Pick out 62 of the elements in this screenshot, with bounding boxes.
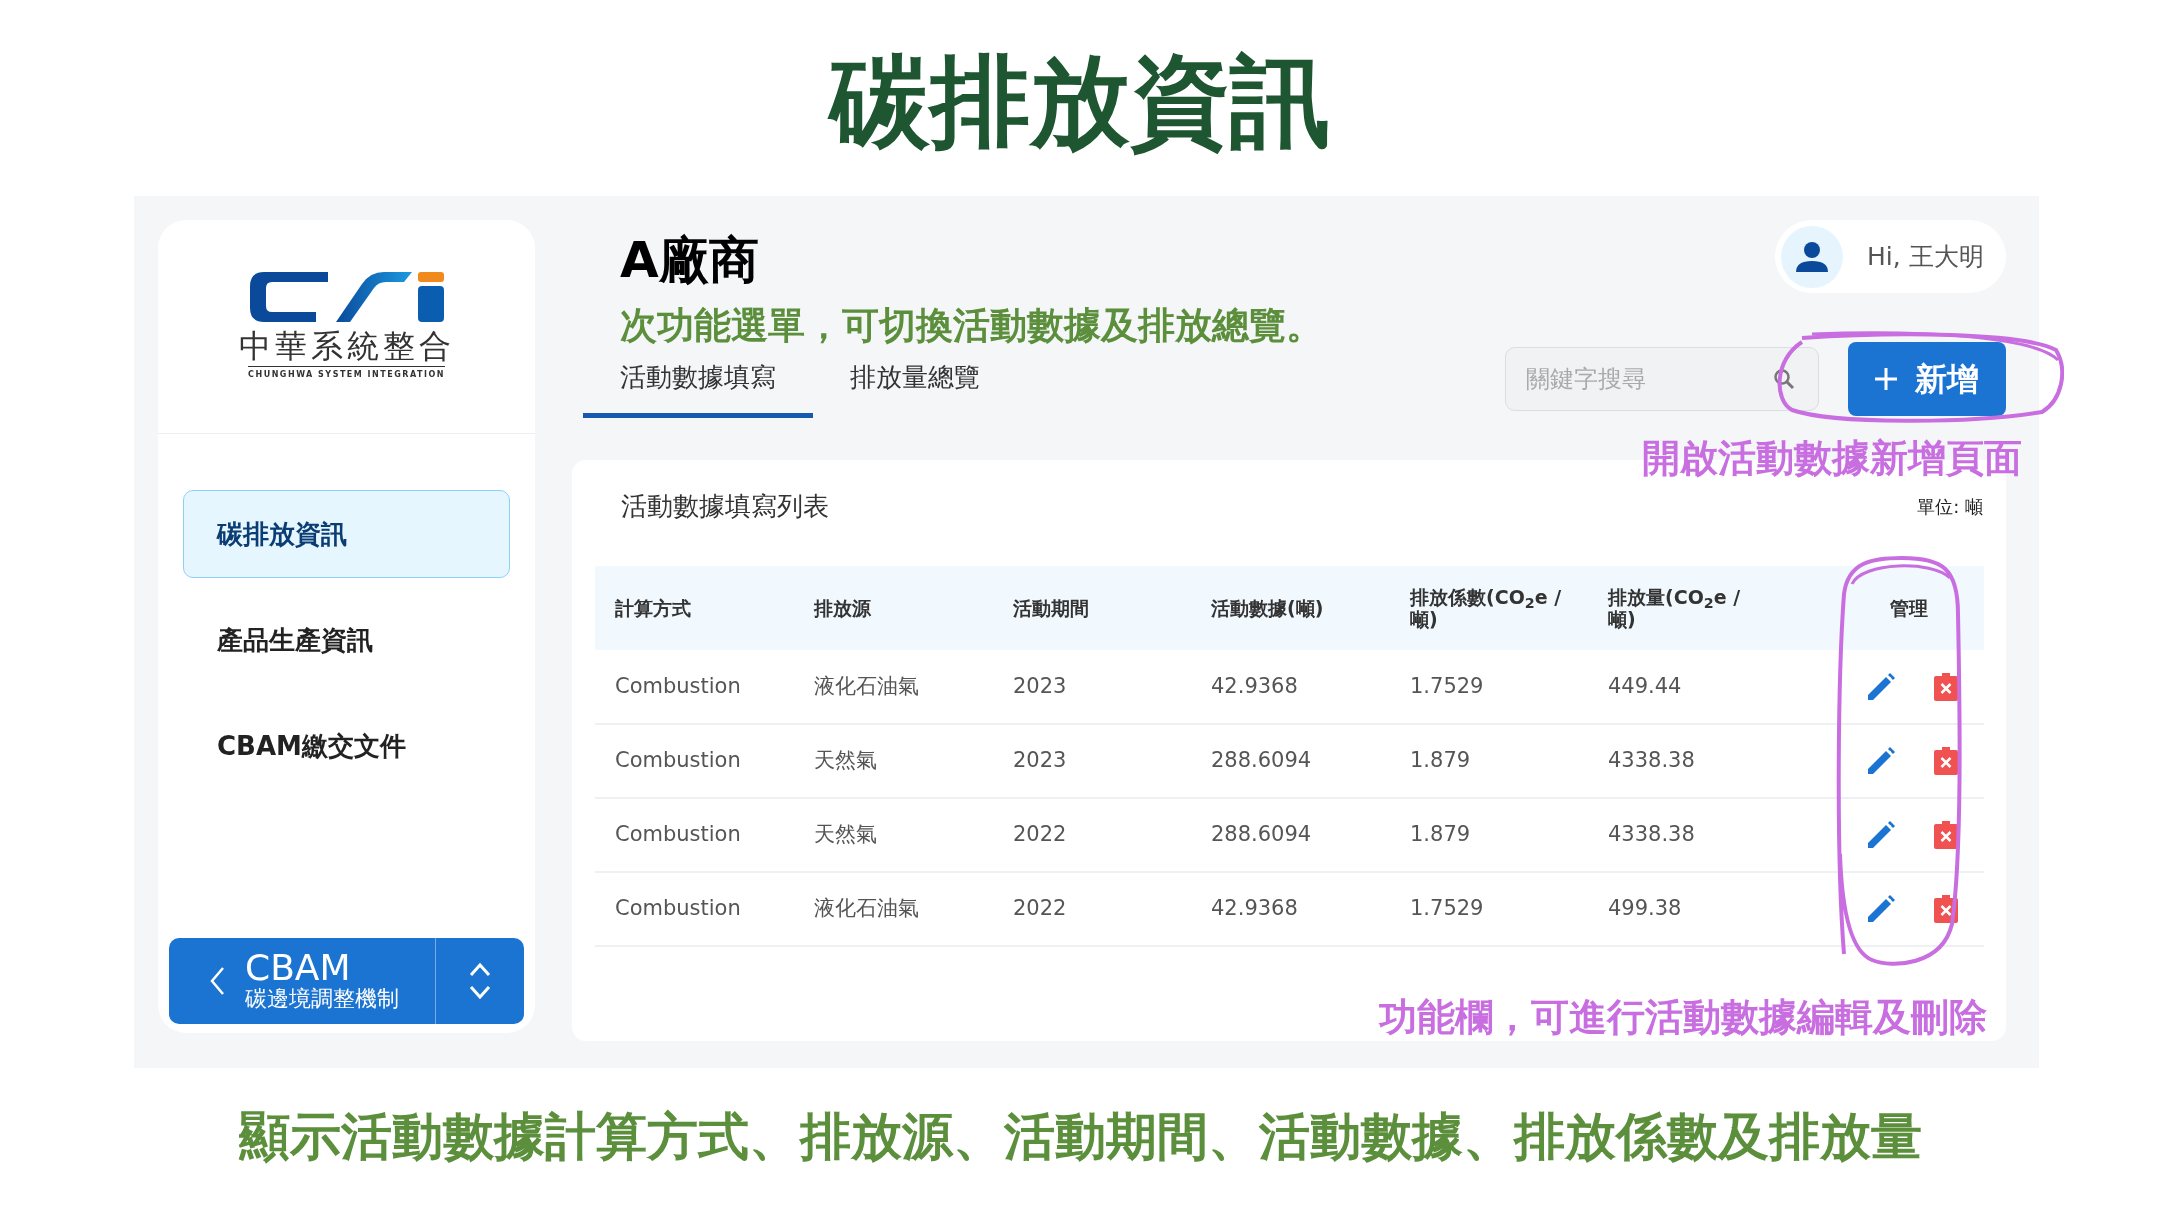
user-greeting: Hi, 王大明 (1867, 240, 1984, 273)
table-cell: 1.879 (1410, 748, 1471, 773)
column-header: 活動期間 (1013, 597, 1089, 619)
pencil-icon[interactable] (1866, 820, 1896, 850)
table-cell: 2022 (1013, 822, 1067, 847)
logo-name: 中華系統整合 (238, 328, 455, 364)
unit-label: 單位: 噸 (1917, 494, 1983, 519)
chevron-up-down-icon (468, 961, 492, 1001)
table-cell: 499.38 (1608, 896, 1682, 921)
table-cell: Combustion (615, 822, 741, 847)
switcher-subtitle: 碳邊境調整機制 (245, 986, 400, 1012)
table-cell: 1.879 (1410, 822, 1471, 847)
switcher-title: CBAM (245, 950, 352, 986)
logo-tagline: CHUNGHWA SYSTEM INTEGRATION (248, 366, 445, 381)
column-header: 排放量(CO$_{2}$e / 噸) (1608, 586, 1742, 630)
nav-item[interactable]: CBAM繳交文件 (183, 702, 510, 790)
table-cell: 天然氣 (814, 822, 877, 847)
table-cell: 天然氣 (814, 748, 877, 773)
table-cell: 42.9368 (1211, 673, 1298, 698)
pencil-icon[interactable] (1866, 894, 1896, 924)
plus-icon (1875, 368, 1897, 390)
add-annotation: 開啟活動數據新增頁面 (1642, 435, 2022, 482)
table-cell: Combustion (615, 673, 741, 698)
table-cell: 1.7529 (1410, 673, 1484, 698)
logo-mark-icon (249, 272, 444, 322)
column-header: 計算方式 (615, 597, 691, 619)
chevron-left-icon (209, 966, 225, 996)
delete-icon[interactable] (1934, 821, 1958, 849)
list-title: 活動數據填寫列表 (621, 489, 829, 523)
slide-caption: 顯示活動數據計算方式、排放源、活動期間、活動數據、排放係數及排放量 (238, 1106, 1922, 1168)
table-cell: 2023 (1013, 673, 1067, 698)
table-cell: Combustion (615, 748, 741, 773)
user-badge[interactable]: Hi, 王大明 (1775, 220, 2006, 293)
actions-annotation: 功能欄，可進行活動數據編輯及刪除 (1379, 994, 1987, 1041)
table-cell: 液化石油氣 (814, 673, 919, 698)
table-cell: 2023 (1013, 748, 1067, 773)
pencil-icon[interactable] (1866, 671, 1896, 702)
system-switcher[interactable]: CBAM 碳邊境調整機制 (169, 938, 524, 1024)
table-cell: 2022 (1013, 896, 1067, 921)
table-cell: 1.7529 (1410, 896, 1484, 921)
add-button[interactable]: 新增 (1848, 342, 2006, 416)
delete-icon[interactable] (1934, 672, 1958, 701)
column-header: 排放係數(CO$_{2}$e / 噸) (1410, 586, 1563, 630)
company-heading: A廠商 (620, 230, 759, 290)
search-field[interactable]: 關鍵字搜尋 (1505, 347, 1819, 411)
table-cell: 288.6094 (1211, 748, 1312, 773)
nav-item[interactable]: 產品生產資訊 (183, 596, 510, 684)
avatar-icon (1781, 225, 1843, 288)
delete-icon[interactable] (1934, 747, 1958, 775)
column-header: 排放源 (814, 597, 871, 619)
table-cell: 42.9368 (1211, 896, 1298, 921)
column-header: 管理 (1890, 597, 1928, 619)
table-cell: 4338.38 (1608, 748, 1695, 773)
table-cell: Combustion (615, 896, 741, 921)
search-icon (1773, 368, 1795, 390)
table-cell: 液化石油氣 (814, 896, 919, 921)
table-cell: 4338.38 (1608, 822, 1695, 847)
column-header: 活動數據(噸) (1211, 597, 1324, 619)
table-cell: 288.6094 (1211, 822, 1312, 847)
table-cell: 449.44 (1608, 673, 1682, 698)
pencil-icon[interactable] (1866, 746, 1896, 776)
nav-item[interactable]: 碳排放資訊 (183, 490, 510, 578)
